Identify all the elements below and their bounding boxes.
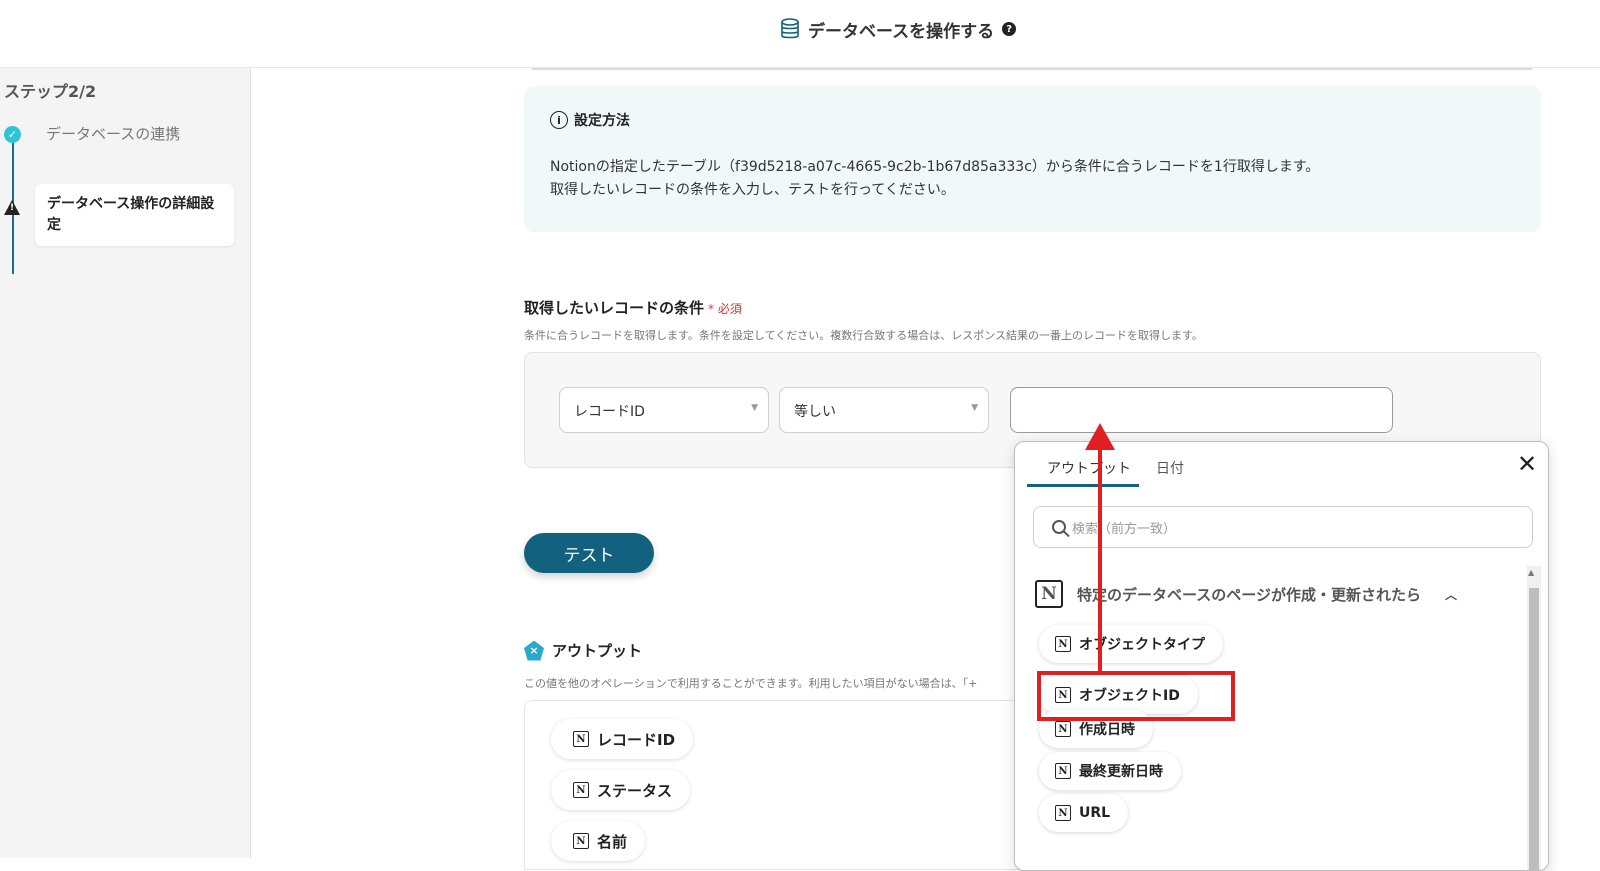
required-mark: * 必須 [708, 302, 742, 316]
chevron-down-icon: ▼ [971, 403, 978, 413]
value-input[interactable] [1010, 387, 1393, 433]
warning-mark: ! [10, 203, 15, 213]
chevron-down-icon: ▼ [751, 403, 758, 413]
chevron-up-icon[interactable]: ︿ [1445, 586, 1457, 603]
step-counter: ステップ2/2 [4, 82, 97, 101]
picker-item[interactable]: N URL [1039, 794, 1129, 832]
picker-item-label: URL [1079, 805, 1111, 821]
info-box: i 設定方法 Notionの指定したテーブル（f39d5218-a07c-466… [524, 86, 1541, 232]
notion-icon: N [1035, 580, 1063, 608]
annotation-highlight-box [1037, 671, 1235, 721]
annotation-arrow-shaft [1098, 447, 1102, 672]
header: データベースを操作する ? [0, 0, 1600, 68]
output-picker-popover: アウトプット 日付 ✕ 検索（前方一致） N 特定のデータベースのページが作成・… [1014, 441, 1549, 871]
sidebar-step-detail-settings[interactable]: データベース操作の詳細設定 [35, 184, 234, 246]
picker-item[interactable]: N 最終更新日時 [1039, 752, 1181, 790]
close-icon[interactable]: ✕ [1517, 450, 1537, 478]
output-chip[interactable]: N ステータス [551, 770, 691, 810]
test-button[interactable]: テスト [524, 533, 654, 573]
annotation-arrow-head [1085, 423, 1115, 450]
field-select[interactable]: レコードID ▼ [559, 387, 769, 433]
scroll-up-icon[interactable]: ▲ [1528, 568, 1534, 577]
output-description: この値を他のオペレーションで利用することができます。利用したい項目がない場合は、… [524, 677, 978, 690]
output-icon: × [524, 640, 544, 661]
info-heading: i 設定方法 [550, 110, 1515, 130]
output-heading: × アウトプット [524, 640, 642, 661]
scrollbar-thumb[interactable] [1529, 588, 1539, 870]
help-icon[interactable]: ? [1002, 22, 1017, 36]
info-line-1: Notionの指定したテーブル（f39d5218-a07c-4665-9c2b-… [550, 159, 1320, 175]
active-tab-indicator [1027, 484, 1139, 487]
output-chip-label: 名前 [597, 832, 628, 851]
sidebar-step-link[interactable]: データベースの連携 [46, 123, 180, 144]
search-placeholder: 検索（前方一致） [1072, 521, 1177, 537]
tab-date[interactable]: 日付 [1156, 458, 1184, 478]
condition-description: 条件に合うレコードを取得します。条件を設定してください。複数行合致する場合は、レ… [524, 329, 1203, 342]
picker-item-label: 作成日時 [1079, 722, 1135, 738]
page-title-text: データベースを操作する [808, 21, 995, 42]
page-title: データベースを操作する ? [780, 16, 1017, 42]
notion-icon: N [573, 782, 589, 798]
info-heading-text: 設定方法 [574, 113, 630, 129]
tab-output[interactable]: アウトプット [1047, 458, 1131, 478]
check-icon: ✓ [4, 126, 21, 143]
notion-icon: N [573, 731, 589, 747]
output-chip-label: レコードID [597, 730, 676, 749]
picker-item-label: 最終更新日時 [1079, 764, 1163, 780]
output-chip[interactable]: N 名前 [551, 821, 646, 861]
condition-label-text: 取得したいレコードの条件 [524, 299, 705, 317]
info-line-2: 取得したいレコードの条件を入力し、テストを行ってください。 [550, 182, 955, 198]
group-title: 特定のデータベースのページが作成・更新されたら [1077, 585, 1421, 604]
output-chip[interactable]: N レコードID [551, 719, 694, 759]
output-box: N レコードID N ステータス N 名前 [524, 700, 1024, 870]
notion-icon: N [1055, 763, 1071, 779]
picker-item[interactable]: N オブジェクトタイプ [1039, 625, 1223, 663]
operator-select[interactable]: 等しい ▼ [779, 387, 989, 433]
field-select-value: レコードID [574, 404, 645, 420]
condition-label: 取得したいレコードの条件 * 必須 [524, 297, 742, 318]
notion-icon: N [1055, 721, 1071, 737]
notion-icon: N [1055, 636, 1071, 652]
output-chip-label: ステータス [597, 781, 673, 800]
divider [532, 68, 1532, 70]
sidebar: ステップ2/2 ✓ データベースの連携 ! データベース操作の詳細設定 [0, 68, 251, 858]
database-icon [781, 18, 799, 39]
notion-icon: N [573, 833, 589, 849]
info-icon: i [550, 111, 568, 129]
output-heading-text: アウトプット [552, 642, 643, 660]
notion-icon: N [1055, 805, 1071, 821]
info-text: Notionの指定したテーブル（f39d5218-a07c-4665-9c2b-… [550, 156, 1515, 202]
search-icon [1052, 520, 1066, 534]
operator-select-value: 等しい [794, 404, 836, 420]
search-input[interactable]: 検索（前方一致） [1033, 506, 1533, 548]
